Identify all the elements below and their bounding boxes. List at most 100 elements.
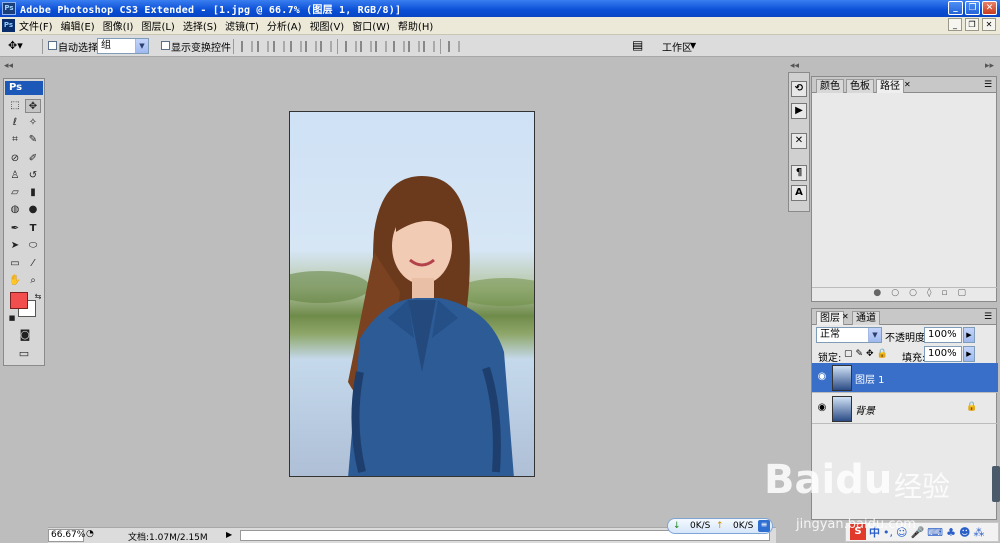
shape-tool-icon[interactable]: ⬭ (25, 239, 41, 253)
lasso-tool-icon[interactable]: ℓ (7, 116, 23, 130)
opacity-slider-button[interactable]: ▶ (963, 327, 975, 343)
brush-tool-icon[interactable]: ✐ (25, 152, 41, 166)
opacity-field[interactable]: 100% (924, 327, 962, 343)
quick-mask-icon[interactable]: ◙ (16, 328, 34, 342)
fill-slider-button[interactable]: ▶ (963, 346, 975, 362)
workspace-chevron-icon[interactable]: ▼ (690, 41, 696, 50)
tab-color[interactable]: 颜色 (816, 79, 844, 93)
move-tool-icon[interactable]: ✥ (25, 99, 41, 113)
close-button[interactable]: ✕ (982, 1, 997, 15)
eyedropper-tool-icon[interactable]: ⁄ (25, 257, 41, 271)
magic-wand-tool-icon[interactable]: ✧ (25, 116, 41, 130)
menu-layer[interactable]: 图层(L) (141, 18, 174, 33)
lock-icons[interactable]: ▢✎✥🔒 (844, 349, 891, 359)
menu-help[interactable]: 帮助(H) (398, 18, 433, 33)
layer-thumbnail (832, 365, 852, 391)
character-panel-icon[interactable]: A (791, 185, 807, 201)
menu-window[interactable]: 窗口(W) (352, 18, 390, 33)
zoom-field[interactable]: 66.67% (48, 529, 85, 542)
doc-minimize-button[interactable]: _ (948, 18, 962, 31)
layer-row-layer1[interactable]: ◉ 图层 1 (812, 363, 998, 393)
pen-tool-icon[interactable]: ✒ (7, 222, 23, 236)
menu-select[interactable]: 选择(S) (183, 18, 217, 33)
scroll-knob[interactable] (992, 466, 1000, 502)
panel-menu-icon[interactable]: ☰ (984, 80, 992, 90)
path-selection-tool-icon[interactable]: ➤ (7, 239, 23, 253)
hand-tool-icon[interactable]: ✋ (7, 274, 23, 288)
status-menu-icon[interactable]: ◔ (86, 529, 98, 541)
tool-presets-icon[interactable]: ✕ (791, 133, 807, 149)
collapse-dock-icon[interactable]: ◂◂ (790, 61, 799, 71)
restore-button[interactable]: ❐ (965, 1, 980, 15)
tab-swatches[interactable]: 色板 (846, 79, 874, 93)
close-tab-icon[interactable]: ✕ (904, 80, 911, 89)
photo-layer-image[interactable] (289, 111, 535, 477)
auto-select-dropdown[interactable]: 组 ▼ (97, 38, 149, 54)
eraser-tool-icon[interactable]: ▱ (7, 186, 23, 200)
paths-panel-tabs: 颜色 色板 路径 ✕ ☰ (812, 77, 996, 93)
toolbox: Ps ⬚ ✥ ℓ ✧ ⌗ ✎ ⊘ ✐ ♙ ↺ ▱ ▮ ◍ ● ✒ T ➤ ⬭ ▭… (3, 78, 45, 366)
status-expand-icon[interactable]: ▶ (226, 530, 232, 539)
show-transform-checkbox[interactable] (161, 41, 170, 50)
paragraph-panel-icon[interactable]: ¶ (791, 165, 807, 181)
paths-panel-footer[interactable]: ●○○◊▫▢ (812, 287, 998, 301)
distribute-hcenter-icon[interactable] (408, 41, 420, 52)
doc-close-button[interactable]: ✕ (982, 18, 996, 31)
menu-analysis[interactable]: 分析(A) (267, 18, 302, 33)
blend-mode-dropdown[interactable]: 正常 ▼ (816, 327, 882, 343)
align-hcenter-icon[interactable] (305, 41, 317, 52)
marquee-tool-icon[interactable]: ⬚ (7, 99, 23, 113)
workspace-button[interactable]: 工作区 (662, 39, 692, 54)
fill-field[interactable]: 100% (924, 346, 962, 362)
foreground-color-swatch[interactable] (10, 292, 28, 309)
align-vcenter-icon[interactable] (257, 41, 269, 52)
actions-panel-icon[interactable]: ▶ (791, 103, 807, 119)
visibility-eye-icon[interactable]: ◉ (816, 402, 828, 414)
clone-stamp-tool-icon[interactable]: ♙ (7, 169, 23, 183)
zoom-tool-icon[interactable]: ⌕ (25, 274, 41, 288)
align-top-icon[interactable] (241, 41, 253, 52)
move-tool-preset-icon[interactable]: ✥▾ (8, 39, 38, 54)
close-tab-icon[interactable]: ✕ (842, 312, 849, 321)
distribute-left-icon[interactable] (393, 41, 405, 52)
layer-row-background[interactable]: ◉ 背景 🔒 (812, 394, 998, 424)
align-left-icon[interactable] (290, 41, 302, 52)
gradient-tool-icon[interactable]: ▮ (25, 186, 41, 200)
expand-panels-icon[interactable]: ▸▸ (985, 61, 994, 71)
history-brush-tool-icon[interactable]: ↺ (25, 169, 41, 183)
doc-restore-button[interactable]: ❐ (965, 18, 979, 31)
auto-select-checkbox[interactable] (48, 41, 57, 50)
lock-icon: 🔒 (966, 402, 978, 412)
distribute-top-icon[interactable] (345, 41, 357, 52)
notes-tool-icon[interactable]: ▭ (7, 257, 23, 271)
slice-tool-icon[interactable]: ✎ (25, 133, 41, 147)
align-bottom-icon[interactable] (273, 41, 285, 52)
panel-menu-icon[interactable]: ☰ (984, 312, 992, 322)
minimize-button[interactable]: _ (948, 1, 963, 15)
screen-mode-icon[interactable]: ▭ (14, 347, 34, 361)
blur-tool-icon[interactable]: ◍ (7, 203, 23, 217)
menu-image[interactable]: 图像(I) (103, 18, 134, 33)
healing-brush-tool-icon[interactable]: ⊘ (7, 152, 23, 166)
crop-tool-icon[interactable]: ⌗ (7, 133, 23, 147)
history-panel-icon[interactable]: ⟲ (791, 81, 807, 97)
tab-channels[interactable]: 通道 (852, 311, 880, 325)
align-right-icon[interactable] (320, 41, 332, 52)
visibility-eye-icon[interactable]: ◉ (816, 371, 828, 383)
menu-ps-icon[interactable]: Ps (2, 19, 15, 32)
menu-edit[interactable]: 编辑(E) (61, 18, 95, 33)
auto-align-icon[interactable] (448, 41, 460, 52)
type-tool-icon[interactable]: T (25, 222, 41, 236)
tab-paths[interactable]: 路径 (876, 79, 904, 93)
menu-filter[interactable]: 滤镜(T) (225, 18, 259, 33)
collapse-toolbox-icon[interactable]: ◂◂ (4, 61, 13, 71)
palette-well-icon[interactable]: ▤ (632, 38, 650, 53)
menu-file[interactable]: 文件(F) (19, 18, 53, 33)
distribute-right-icon[interactable] (423, 41, 435, 52)
dodge-tool-icon[interactable]: ● (25, 203, 41, 217)
panel-dock: ⟲ ▶ ✕ ¶ A (788, 72, 810, 212)
distribute-vcenter-icon[interactable] (360, 41, 372, 52)
menu-view[interactable]: 视图(V) (310, 18, 345, 33)
tab-layers[interactable]: 图层 (816, 311, 844, 325)
distribute-bottom-icon[interactable] (375, 41, 387, 52)
